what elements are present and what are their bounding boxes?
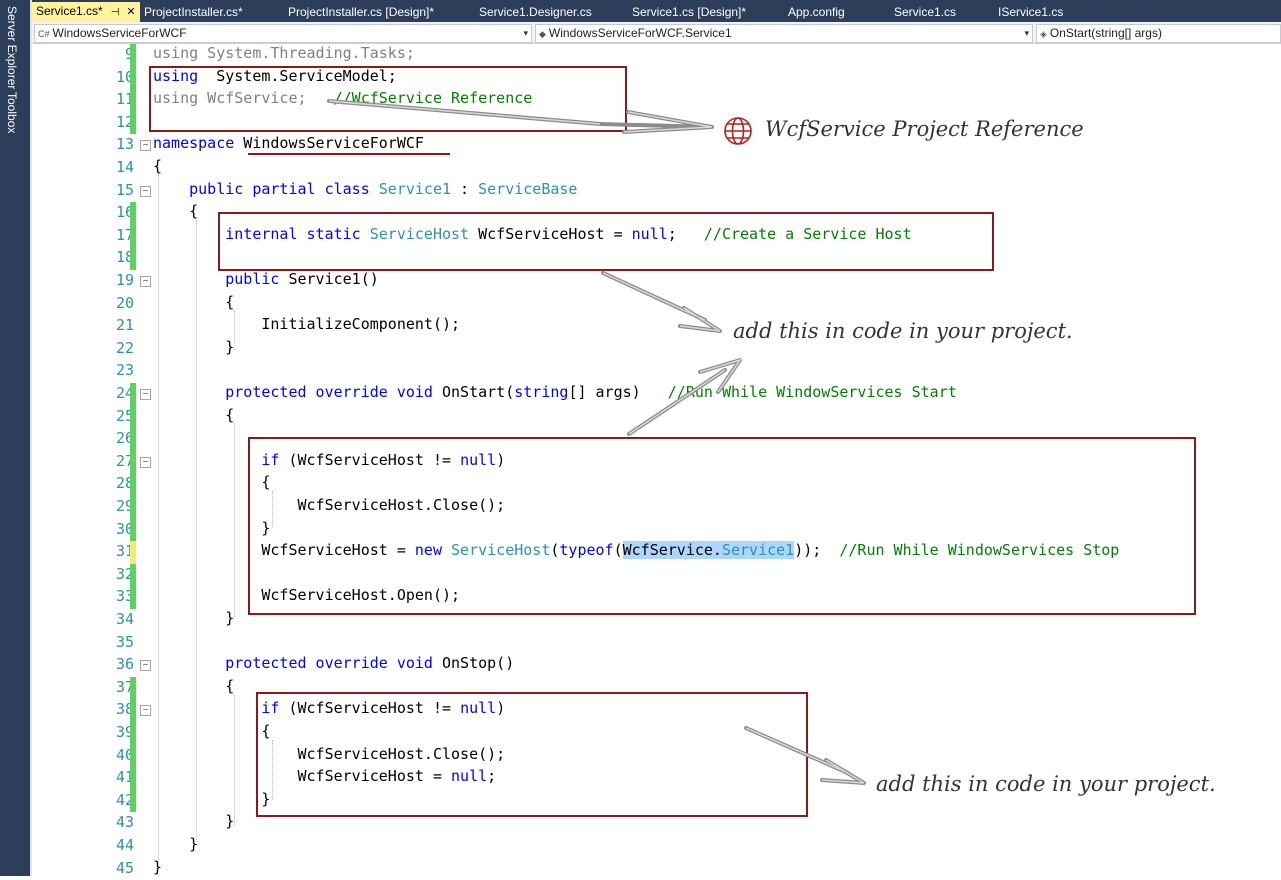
add-code-annotation-1: add this in code in your project.	[733, 319, 1073, 343]
onstart-arrow-head	[698, 358, 742, 394]
add-code-annotation-2: add this in code in your project.	[876, 772, 1216, 796]
globe-icon	[724, 117, 752, 145]
reference-annotation: WcfService Project Reference	[765, 117, 1084, 141]
reference-arrow-head	[598, 110, 714, 134]
annotation-arrows	[327, 99, 866, 785]
